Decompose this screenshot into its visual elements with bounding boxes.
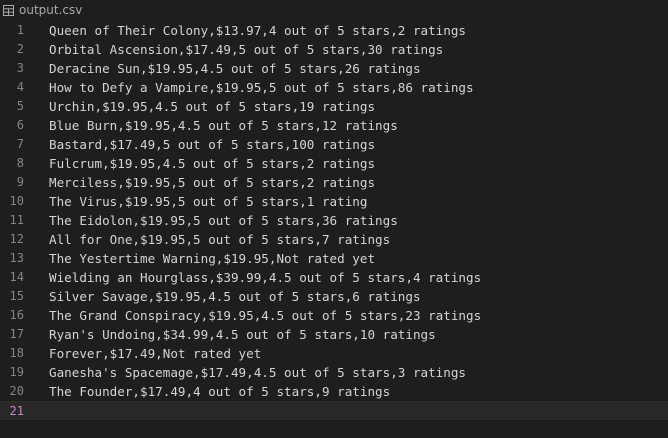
code-line[interactable]: 13 The Yestertime Warning,$19.95,Not rate…	[0, 249, 668, 268]
code-line[interactable]: 9 Merciless,$19.95,5 out of 5 stars,2 rat…	[0, 173, 668, 192]
line-number: 2	[16, 42, 24, 56]
line-number: 4	[16, 80, 24, 94]
line-number: 18	[9, 346, 24, 360]
code-line[interactable]: 6 Blue Burn,$19.95,4.5 out of 5 stars,12 …	[0, 116, 668, 135]
code-line[interactable]: 11 The Eidolon,$19.95,5 out of 5 stars,36…	[0, 211, 668, 230]
line-text[interactable]: Urchin,$19.95,4.5 out of 5 stars,19 rati…	[49, 97, 375, 116]
breadcrumb[interactable]: output.csv	[0, 0, 668, 20]
line-number: 13	[9, 251, 24, 265]
line-number: 21	[9, 404, 24, 418]
line-text[interactable]: Silver Savage,$19.95,4.5 out of 5 stars,…	[49, 287, 421, 306]
line-text[interactable]: The Eidolon,$19.95,5 out of 5 stars,36 r…	[49, 211, 398, 230]
line-text[interactable]: Blue Burn,$19.95,4.5 out of 5 stars,12 r…	[49, 116, 398, 135]
line-text[interactable]: Ganesha's Spacemage,$17.49,4.5 out of 5 …	[49, 363, 466, 382]
line-text[interactable]: Fulcrum,$19.95,4.5 out of 5 stars,2 rati…	[49, 154, 375, 173]
code-line[interactable]: 20 The Founder,$17.49,4 out of 5 stars,9 …	[0, 382, 668, 401]
table-file-icon	[3, 4, 14, 16]
editor[interactable]: output.csv 1 Queen of Their Colony,$13.97…	[0, 0, 668, 438]
line-text[interactable]: All for One,$19.95,5 out of 5 stars,7 ra…	[49, 230, 390, 249]
line-number: 15	[9, 289, 24, 303]
code-line[interactable]: 12 All for One,$19.95,5 out of 5 stars,7 …	[0, 230, 668, 249]
line-number: 7	[16, 137, 24, 151]
line-text[interactable]: The Yestertime Warning,$19.95,Not rated …	[49, 249, 375, 268]
file-name[interactable]: output.csv	[19, 3, 82, 17]
line-number: 10	[9, 194, 24, 208]
line-number: 14	[9, 270, 24, 284]
code-line[interactable]: 4 How to Defy a Vampire,$19.95,5 out of 5…	[0, 78, 668, 97]
line-number: 1	[16, 23, 24, 37]
code-lines[interactable]: 1 Queen of Their Colony,$13.97,4 out of 5…	[0, 21, 668, 420]
code-line[interactable]: 3 Deracine Sun,$19.95,4.5 out of 5 stars,…	[0, 59, 668, 78]
code-line[interactable]: 2 Orbital Ascension,$17.49,5 out of 5 sta…	[0, 40, 668, 59]
code-line[interactable]: 15 Silver Savage,$19.95,4.5 out of 5 star…	[0, 287, 668, 306]
line-text[interactable]: The Virus,$19.95,5 out of 5 stars,1 rati…	[49, 192, 367, 211]
line-number: 9	[16, 175, 24, 189]
line-number: 8	[16, 156, 24, 170]
code-line[interactable]: 21	[0, 401, 668, 420]
line-text[interactable]: Bastard,$17.49,5 out of 5 stars,100 rati…	[49, 135, 375, 154]
line-text[interactable]: Ryan's Undoing,$34.99,4.5 out of 5 stars…	[49, 325, 436, 344]
line-number: 6	[16, 118, 24, 132]
line-number: 17	[9, 327, 24, 341]
line-text[interactable]: The Grand Conspiracy,$19.95,4.5 out of 5…	[49, 306, 481, 325]
line-text[interactable]: Deracine Sun,$19.95,4.5 out of 5 stars,2…	[49, 59, 421, 78]
line-number: 3	[16, 61, 24, 75]
line-number: 12	[9, 232, 24, 246]
code-line[interactable]: 19 Ganesha's Spacemage,$17.49,4.5 out of …	[0, 363, 668, 382]
line-text[interactable]: Orbital Ascension,$17.49,5 out of 5 star…	[49, 40, 443, 59]
line-text[interactable]: Forever,$17.49,Not rated yet	[49, 344, 261, 363]
code-line[interactable]: 16 The Grand Conspiracy,$19.95,4.5 out of…	[0, 306, 668, 325]
line-number: 19	[9, 365, 24, 379]
line-text[interactable]: How to Defy a Vampire,$19.95,5 out of 5 …	[49, 78, 474, 97]
code-line[interactable]: 17 Ryan's Undoing,$34.99,4.5 out of 5 sta…	[0, 325, 668, 344]
line-number: 5	[16, 99, 24, 113]
line-text[interactable]: The Founder,$17.49,4 out of 5 stars,9 ra…	[49, 382, 390, 401]
code-line[interactable]: 7 Bastard,$17.49,5 out of 5 stars,100 rat…	[0, 135, 668, 154]
code-line[interactable]: 18 Forever,$17.49,Not rated yet	[0, 344, 668, 363]
line-text[interactable]: Wielding an Hourglass,$39.99,4.5 out of …	[49, 268, 481, 287]
line-text[interactable]: Merciless,$19.95,5 out of 5 stars,2 rati…	[49, 173, 375, 192]
line-text[interactable]: Queen of Their Colony,$13.97,4 out of 5 …	[49, 21, 466, 40]
code-line[interactable]: 8 Fulcrum,$19.95,4.5 out of 5 stars,2 rat…	[0, 154, 668, 173]
code-line[interactable]: 5 Urchin,$19.95,4.5 out of 5 stars,19 rat…	[0, 97, 668, 116]
code-line[interactable]: 10 The Virus,$19.95,5 out of 5 stars,1 ra…	[0, 192, 668, 211]
line-number: 20	[9, 384, 24, 398]
code-line[interactable]: 1 Queen of Their Colony,$13.97,4 out of 5…	[0, 21, 668, 40]
line-number: 16	[9, 308, 24, 322]
line-number: 11	[9, 213, 24, 227]
code-line[interactable]: 14 Wielding an Hourglass,$39.99,4.5 out o…	[0, 268, 668, 287]
